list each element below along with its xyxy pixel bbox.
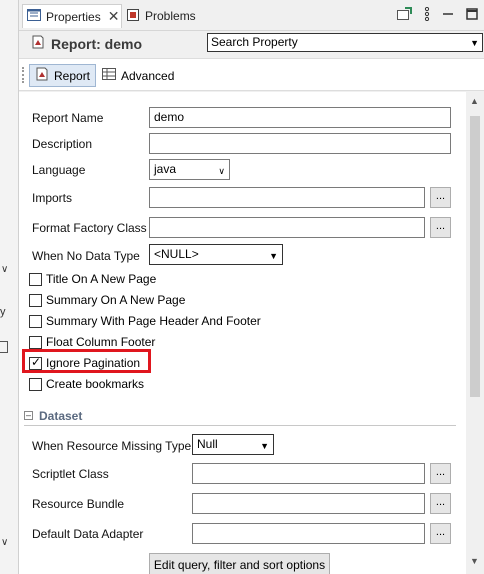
view-tab-bar: Properties ✕ Problems	[19, 0, 484, 31]
description-input[interactable]	[149, 133, 451, 154]
checkbox[interactable]	[29, 335, 42, 349]
checkbox-label: Summary With Page Header And Footer	[46, 314, 261, 328]
checkbox-label: Title On A New Page	[46, 272, 157, 286]
minimize-icon[interactable]	[442, 8, 454, 23]
report-name-label: Report Name	[32, 111, 104, 125]
resource-bundle-input[interactable]	[192, 493, 425, 514]
chevron-down-icon: ▼	[269, 251, 278, 261]
description-label: Description	[32, 137, 93, 151]
chevron-down-icon: ▼	[260, 441, 269, 451]
checkbox-summary-new-page[interactable]: Summary On A New Page	[29, 293, 185, 307]
imports-input[interactable]	[149, 187, 425, 208]
view-menu-icon[interactable]	[424, 6, 430, 24]
report-icon	[35, 67, 49, 84]
table-icon	[102, 68, 116, 83]
scriptlet-browse-button[interactable]: ...	[430, 463, 451, 484]
chevron-down-icon[interactable]: ∨	[1, 264, 8, 275]
format-factory-input[interactable]	[149, 217, 425, 238]
tab-properties[interactable]: Properties ✕	[22, 4, 122, 28]
scroll-down-icon[interactable]: ▼	[470, 556, 479, 566]
close-icon[interactable]: ✕	[108, 8, 120, 25]
checkbox-label: Float Column Footer	[46, 335, 156, 349]
language-select[interactable]: java ∨	[149, 159, 230, 180]
pin-view-icon[interactable]	[396, 7, 412, 24]
grip-handle	[22, 67, 24, 83]
vertical-scrollbar[interactable]: ▲ ▼	[466, 92, 484, 574]
resource-bundle-label: Resource Bundle	[32, 497, 125, 511]
resource-bundle-browse-button[interactable]: ...	[430, 493, 451, 514]
properties-icon	[27, 9, 41, 24]
tab-report[interactable]: Report	[29, 64, 97, 87]
checkbox[interactable]	[29, 314, 42, 328]
properties-header: Report: demo Search Property ▼	[19, 31, 484, 56]
chevron-down-icon[interactable]: ∨	[1, 537, 8, 548]
resource-missing-value: Null	[197, 437, 218, 451]
chevron-down-icon: ∨	[218, 166, 225, 176]
format-factory-label: Format Factory Class	[32, 221, 147, 235]
collapse-icon[interactable]: –	[24, 411, 33, 420]
page-title: Report: demo	[31, 35, 142, 52]
resource-missing-select[interactable]: Null ▼	[192, 434, 274, 455]
tab-problems[interactable]: Problems	[122, 4, 217, 28]
resource-missing-label: When Resource Missing Type	[32, 439, 192, 453]
checkbox[interactable]	[29, 272, 42, 286]
report-title: Report: demo	[51, 35, 142, 52]
edit-query-button[interactable]: Edit query, filter and sort options	[149, 553, 330, 574]
tab-label: Report	[54, 68, 91, 83]
scriptlet-label: Scriptlet Class	[32, 467, 109, 481]
tab-advanced[interactable]: Advanced	[97, 64, 179, 87]
section-title: Dataset	[39, 408, 83, 423]
tab-label: Problems	[145, 9, 196, 23]
highlight-box	[22, 349, 151, 373]
left-panel-strip: ∨ y ∨	[0, 0, 19, 574]
report-icon	[31, 35, 45, 52]
scriptlet-input[interactable]	[192, 463, 425, 484]
partial-label: y	[0, 306, 6, 318]
when-no-data-label: When No Data Type	[32, 249, 140, 263]
checkbox-label: Summary On A New Page	[46, 293, 186, 307]
partial-box	[0, 341, 8, 353]
scroll-up-icon[interactable]: ▲	[470, 96, 479, 106]
search-placeholder: Search Property	[211, 35, 298, 49]
when-no-data-select[interactable]: <NULL> ▼	[149, 244, 283, 265]
data-adapter-label: Default Data Adapter	[32, 527, 144, 541]
report-properties-form: Report Name demo Description Language ja…	[19, 92, 466, 574]
when-no-data-value: <NULL>	[154, 247, 199, 261]
data-adapter-browse-button[interactable]: ...	[430, 523, 451, 544]
chevron-down-icon[interactable]: ▼	[470, 38, 479, 48]
data-adapter-input[interactable]	[192, 523, 425, 544]
checkbox[interactable]	[29, 293, 42, 307]
checkbox-float-column-footer[interactable]: Float Column Footer	[29, 335, 155, 349]
view-toolbar	[396, 6, 478, 24]
checkbox[interactable]	[29, 377, 42, 391]
imports-browse-button[interactable]: ...	[430, 187, 451, 208]
report-name-input[interactable]: demo	[149, 107, 451, 128]
tab-label: Properties	[46, 9, 101, 24]
checkbox-summary-header-footer[interactable]: Summary With Page Header And Footer	[29, 314, 261, 328]
problems-icon	[126, 8, 140, 25]
maximize-icon[interactable]	[466, 8, 478, 23]
checkbox-title-new-page[interactable]: Title On A New Page	[29, 272, 156, 286]
tab-label: Advanced	[121, 68, 175, 83]
checkbox-label: Create bookmarks	[46, 377, 145, 391]
dataset-section-header[interactable]: – Dataset	[24, 406, 456, 426]
checkbox-create-bookmarks[interactable]: Create bookmarks	[29, 377, 144, 391]
imports-label: Imports	[32, 191, 73, 205]
search-property-combo[interactable]: Search Property ▼	[207, 33, 483, 52]
scroll-thumb[interactable]	[470, 116, 480, 397]
language-label: Language	[32, 163, 86, 177]
language-value: java	[154, 162, 177, 176]
section-tabs: Report Advanced	[19, 58, 484, 91]
format-factory-browse-button[interactable]: ...	[430, 217, 451, 238]
